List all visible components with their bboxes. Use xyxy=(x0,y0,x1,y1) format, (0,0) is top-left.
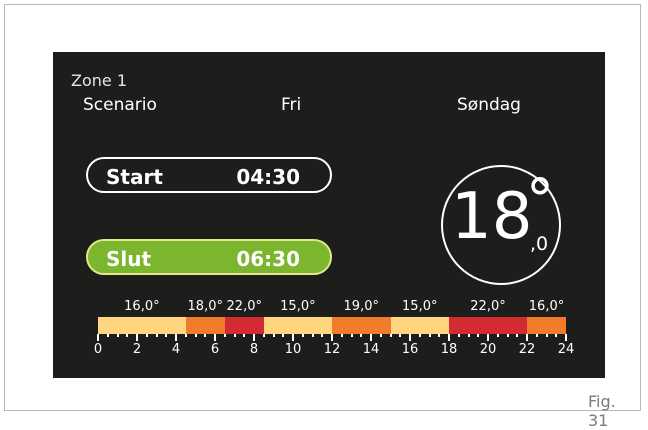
segment-temperature-label: 15,0° xyxy=(402,299,438,314)
hour-label: 6 xyxy=(210,342,220,357)
hour-label: 0 xyxy=(93,342,103,357)
timeline-tick xyxy=(379,334,382,337)
timeline-tick xyxy=(321,334,324,337)
segment-temperature-label: 15,0° xyxy=(280,299,316,314)
hour-label: 10 xyxy=(284,342,302,357)
timeline-tick xyxy=(418,334,421,337)
segment-temperature-label: 16,0° xyxy=(124,299,160,314)
temperature-dial[interactable]: 18 ° ,0 xyxy=(441,165,561,285)
timeline-tick xyxy=(506,334,509,337)
temperature-integer: 18 xyxy=(451,180,533,254)
timeline-tick xyxy=(223,334,226,337)
timeline-tick xyxy=(116,334,119,337)
thermostat-screen: Zone 1 Scenario Fri Søndag Start 04:30 S… xyxy=(53,52,605,378)
timeline-tick xyxy=(243,334,246,337)
timeline-tick xyxy=(106,334,109,337)
segment-temperature-label: 22,0° xyxy=(226,299,262,314)
timeline-segment[interactable] xyxy=(332,317,391,334)
timeline-tick xyxy=(516,334,519,337)
hour-label: 20 xyxy=(479,342,497,357)
end-time-button[interactable]: Slut 06:30 xyxy=(86,239,332,275)
timeline-tick xyxy=(448,334,450,341)
timeline-segment[interactable] xyxy=(527,317,566,334)
timeline-tick xyxy=(438,334,441,337)
timeline-tick xyxy=(282,334,285,337)
timeline-tick xyxy=(272,334,275,337)
timeline-tick xyxy=(253,334,255,341)
hour-label: 14 xyxy=(362,342,380,357)
timeline-tick xyxy=(399,334,402,337)
degree-symbol: ° xyxy=(526,168,554,233)
hour-label: 2 xyxy=(132,342,142,357)
timeline-tick xyxy=(545,334,548,337)
timeline-tick xyxy=(467,334,470,337)
timeline-segment[interactable] xyxy=(390,317,449,334)
timeline-tick xyxy=(340,334,343,337)
timeline-tick xyxy=(526,334,528,341)
timeline-tick xyxy=(214,334,216,341)
mode-label: Fri xyxy=(281,95,302,115)
start-time-value: 04:30 xyxy=(236,165,300,189)
timeline-tick xyxy=(428,334,431,337)
timeline-tick xyxy=(535,334,538,337)
segment-temperature-label: 19,0° xyxy=(343,299,379,314)
hour-label: 12 xyxy=(323,342,341,357)
segment-temperature-label: 22,0° xyxy=(470,299,506,314)
timeline-tick xyxy=(292,334,294,341)
timeline-tick xyxy=(311,334,314,337)
hour-label: 22 xyxy=(518,342,536,357)
timeline-tick xyxy=(165,334,168,337)
timeline-tick xyxy=(389,334,392,337)
timeline-tick xyxy=(350,334,353,337)
timeline-tick xyxy=(477,334,480,337)
timeline-tick xyxy=(175,334,177,341)
timeline-tick xyxy=(194,334,197,337)
hour-label: 4 xyxy=(171,342,181,357)
timeline-tick xyxy=(331,334,333,341)
hour-label: 18 xyxy=(440,342,458,357)
start-time-button[interactable]: Start 04:30 xyxy=(86,157,332,193)
timeline-tick xyxy=(155,334,158,337)
segment-temperature-label: 18,0° xyxy=(187,299,223,314)
timeline-tick xyxy=(496,334,499,337)
timeline-tick xyxy=(97,334,99,341)
timeline-tick xyxy=(136,334,138,341)
timeline-bar[interactable] xyxy=(98,317,566,334)
timeline-tick xyxy=(565,334,567,341)
zone-title: Zone 1 xyxy=(71,71,127,90)
temperature-decimal: ,0 xyxy=(530,233,549,255)
hour-label: 24 xyxy=(557,342,575,357)
scenario-label: Scenario xyxy=(83,95,157,115)
figure-frame: Zone 1 Scenario Fri Søndag Start 04:30 S… xyxy=(4,4,641,430)
segment-temperature-label: 16,0° xyxy=(528,299,565,314)
timeline-segment[interactable] xyxy=(185,317,225,334)
day-label: Søndag xyxy=(457,95,521,115)
timeline-tick xyxy=(301,334,304,337)
timeline-segment[interactable] xyxy=(263,317,332,334)
timeline-tick xyxy=(262,334,265,337)
timeline-tick xyxy=(457,334,460,337)
timeline-tick xyxy=(487,334,489,341)
timeline-ticks xyxy=(97,334,567,342)
timeline-segment[interactable] xyxy=(98,317,186,334)
timeline-tick xyxy=(204,334,207,337)
hour-label: 8 xyxy=(249,342,259,357)
timeline-tick xyxy=(370,334,372,341)
timeline-tick xyxy=(555,334,558,337)
timeline-tick xyxy=(145,334,148,337)
timeline-segment[interactable] xyxy=(449,317,527,334)
timeline-segment[interactable] xyxy=(224,317,264,334)
figure-caption: Fig. 31 xyxy=(588,392,616,430)
end-time-value: 06:30 xyxy=(236,247,300,271)
timeline-tick xyxy=(360,334,363,337)
start-label: Start xyxy=(106,165,163,189)
timeline-tick xyxy=(409,334,411,341)
end-label: Slut xyxy=(106,247,152,271)
hour-label: 16 xyxy=(401,342,419,357)
timeline-tick xyxy=(126,334,129,337)
timeline-tick xyxy=(184,334,187,337)
timeline-tick xyxy=(233,334,236,337)
